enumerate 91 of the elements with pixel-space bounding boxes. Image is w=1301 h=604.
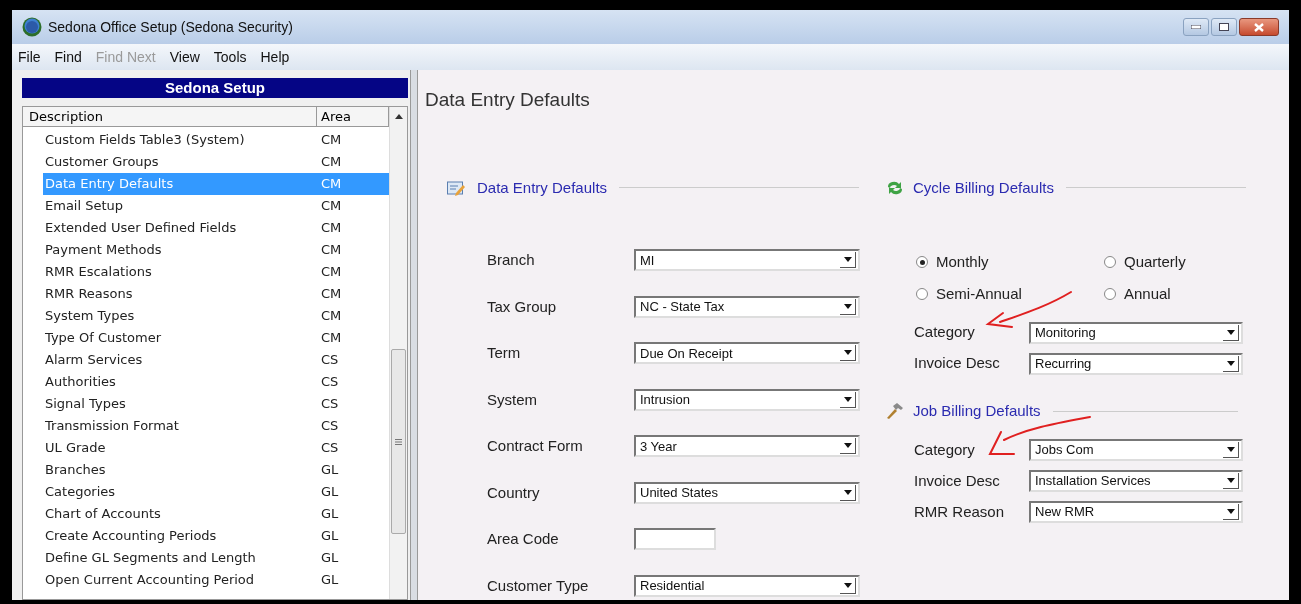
caret-icon (840, 252, 856, 269)
dropdown[interactable]: MI (634, 249, 860, 272)
list-row[interactable]: Signal Types CS (43, 393, 389, 415)
dropdown[interactable]: Installation Services (1029, 470, 1243, 492)
field-label: Category (914, 439, 976, 460)
radio-label: Monthly (936, 252, 989, 272)
page-title: Data Entry Defaults (425, 88, 591, 112)
list-row[interactable]: Email Setup CM (43, 195, 389, 217)
dropdown[interactable]: Recurring (1029, 352, 1243, 375)
list-row[interactable]: Create Accounting Periods GL (43, 525, 389, 547)
form-edit-icon (447, 179, 465, 196)
list-row[interactable]: UL Grade CS (43, 437, 389, 459)
window-title: Sedona Office Setup (Sedona Security) (48, 17, 293, 37)
list-row[interactable]: System Types CM (43, 305, 389, 327)
caret-icon (1223, 324, 1239, 341)
section-heading: Cycle Billing Defaults (913, 177, 1054, 198)
field-label: Contract Form (487, 436, 584, 456)
dropdown[interactable]: New RMR (1029, 501, 1243, 523)
dropdown[interactable]: Monitoring (1029, 321, 1243, 344)
refresh-icon (885, 179, 905, 196)
list-row[interactable]: Customer Groups CM (43, 151, 389, 173)
dropdown[interactable]: Intrusion (634, 388, 860, 411)
list-row[interactable]: Categories GL (43, 481, 389, 503)
list-row[interactable]: Type Of Customer CM (43, 327, 389, 349)
caret-icon (1223, 473, 1239, 489)
menu-item[interactable]: Find (54, 46, 82, 68)
radio-button[interactable] (1104, 256, 1116, 269)
list-row[interactable]: Chart of Accounts GL (43, 503, 389, 525)
section-heading: Data Entry Defaults (477, 177, 608, 198)
list-row[interactable]: RMR Escalations CM (43, 261, 389, 283)
list-row[interactable]: Payment Methods CM (43, 239, 389, 261)
dropdown[interactable]: NC - State Tax (634, 295, 860, 318)
caret-icon (1223, 355, 1239, 372)
scroll-up-icon (394, 114, 403, 119)
dropdown[interactable]: Residential (634, 574, 860, 597)
radio-label: Semi-Annual (936, 283, 1022, 304)
close-icon (1254, 22, 1264, 32)
radio-button[interactable] (916, 287, 928, 300)
field-label: Customer Type (487, 575, 590, 596)
scrollbar[interactable] (389, 107, 407, 599)
list-row[interactable]: Authorities CS (43, 371, 389, 393)
list-row[interactable]: Open Current Accounting Period GL (43, 569, 389, 591)
caret-icon (1223, 442, 1239, 458)
close-button[interactable] (1239, 18, 1279, 36)
list-row[interactable]: RMR Reasons CM (43, 283, 389, 305)
caret-icon (840, 298, 856, 315)
list-row[interactable]: Define GL Segments and Length GL (43, 547, 389, 569)
menu-item[interactable]: Help (260, 46, 290, 68)
list-row[interactable]: Extended User Defined Fields CM (43, 217, 389, 239)
maximize-button[interactable] (1211, 18, 1237, 36)
dropdown[interactable]: Jobs Com (1029, 439, 1243, 461)
caret-icon (840, 438, 856, 455)
radio-label: Annual (1124, 283, 1171, 304)
panel-header: Sedona Setup (22, 78, 408, 98)
field-label: Area Code (487, 529, 560, 549)
field-label: Category (914, 322, 976, 343)
menu-item[interactable]: View (169, 46, 200, 68)
caret-icon (840, 391, 856, 408)
field-label: System (487, 389, 538, 410)
section-heading: Job Billing Defaults (913, 401, 1041, 421)
hammer-icon (885, 403, 903, 420)
dropdown[interactable]: United States (634, 481, 860, 504)
field-label: Tax Group (487, 296, 558, 317)
field-label: Invoice Desc (914, 470, 1001, 491)
column-header[interactable]: Description (23, 107, 317, 126)
list-row[interactable]: Transmission Format CS (43, 415, 389, 437)
radio-button[interactable] (1104, 287, 1116, 300)
app-logo-icon (22, 17, 42, 37)
field-label: RMR Reason (914, 501, 1006, 522)
menu-item[interactable]: File (18, 46, 41, 68)
radio-label: Quarterly (1124, 252, 1186, 272)
input-field[interactable] (634, 528, 716, 551)
grip-icon (395, 438, 402, 445)
field-label: Country (487, 482, 541, 503)
minimize-icon (1191, 25, 1201, 29)
dropdown[interactable]: Due On Receipt (634, 342, 860, 365)
field-label: Branch (487, 250, 536, 270)
menu-item[interactable]: Tools (213, 46, 247, 68)
field-label: Term (487, 343, 522, 363)
maximize-icon (1219, 23, 1229, 31)
caret-icon (840, 484, 856, 501)
field-label: Invoice Desc (914, 353, 1001, 374)
splitter[interactable] (410, 70, 418, 600)
caret-icon (840, 577, 856, 594)
radio-button[interactable] (916, 256, 928, 269)
list-row[interactable]: Alarm Services CS (43, 349, 389, 371)
list-row[interactable]: Custom Fields Table3 (System) CM (43, 129, 389, 151)
caret-icon (840, 345, 856, 362)
dropdown[interactable]: 3 Year (634, 435, 860, 458)
list-row[interactable]: Branches GL (43, 459, 389, 481)
caret-icon (1223, 504, 1239, 520)
